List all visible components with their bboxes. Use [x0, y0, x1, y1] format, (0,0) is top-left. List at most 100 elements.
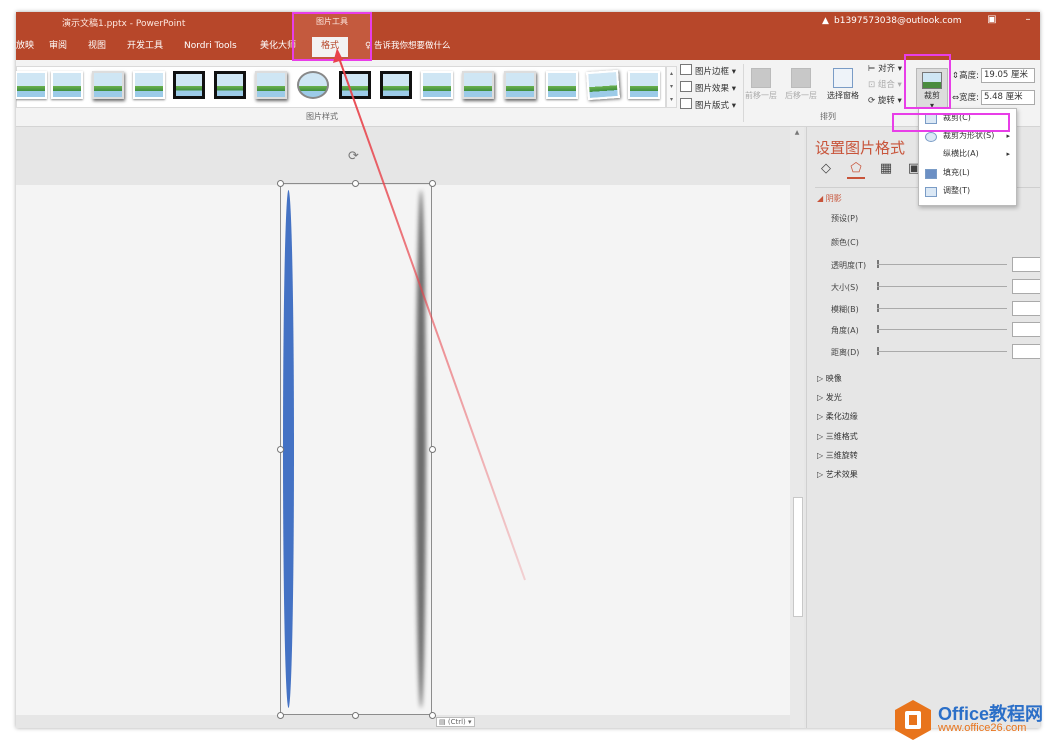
size-input[interactable]: [1012, 279, 1040, 294]
send-backward-button[interactable]: 后移一层: [784, 66, 818, 101]
send-backward-label: 后移一层: [785, 91, 817, 100]
transparency-input[interactable]: [1012, 257, 1040, 272]
section-shadow-label: 阴影: [825, 194, 842, 203]
row-distance: 距离(D): [831, 348, 860, 357]
picture-style-6[interactable]: [214, 71, 246, 99]
resize-handle-left[interactable]: [277, 446, 284, 453]
menu-item-fit-label: 调整(T): [943, 186, 971, 195]
tab-beautify-master[interactable]: 美化大师: [260, 37, 296, 57]
picture-style-12[interactable]: [462, 71, 494, 99]
picture-style-9[interactable]: [339, 71, 371, 99]
section-glow-label: 发光: [825, 393, 842, 402]
expand-right-icon: ▷: [817, 451, 826, 460]
menu-item-fit[interactable]: 调整(T): [919, 182, 1016, 200]
picture-layout-button[interactable]: 图片版式 ▾: [680, 98, 736, 113]
blur-input[interactable]: [1012, 301, 1040, 316]
pane-title: 设置图片格式: [815, 139, 906, 157]
tab-slideshow[interactable]: 放映: [16, 37, 34, 57]
selection-frame: [280, 183, 432, 715]
size-properties-icon[interactable]: ▦: [877, 161, 895, 177]
section-artistic-effects[interactable]: ▷ 艺术效果: [817, 469, 858, 480]
gallery-scroll[interactable]: ▴ ▾ ▾: [666, 66, 677, 108]
ribbon-display-icon[interactable]: ▣: [984, 14, 1000, 26]
tab-developer[interactable]: 开发工具: [127, 37, 163, 57]
height-label: 高度:: [959, 71, 979, 81]
bring-forward-icon: [751, 68, 771, 88]
picture-style-5[interactable]: [173, 71, 205, 99]
bring-forward-button[interactable]: 前移一层: [744, 66, 778, 101]
paste-options-label: (Ctrl) ▾: [447, 718, 472, 726]
menu-item-fill[interactable]: 填充(L): [919, 164, 1016, 182]
tell-me-box[interactable]: ♀ 告诉我你想要做什么: [365, 37, 450, 57]
group-arrange-label: 排列: [820, 112, 836, 121]
size-slider[interactable]: [877, 286, 1007, 287]
picture-style-4[interactable]: [133, 71, 165, 99]
width-input[interactable]: 5.48 厘米: [981, 90, 1035, 105]
angle-slider[interactable]: [877, 329, 1007, 330]
height-input[interactable]: 19.05 厘米: [981, 68, 1035, 83]
submenu-arrow-icon: ▸: [1006, 150, 1010, 158]
resize-handle-top[interactable]: [352, 180, 359, 187]
scrollbar-thumb[interactable]: [793, 497, 803, 617]
align-button[interactable]: ⊨ 对齐 ▾: [868, 62, 902, 74]
title-bar: 演示文稿1.pptx - PowerPoint 图片工具 ▲ b13975730…: [16, 12, 1040, 60]
section-reflection[interactable]: ▷ 映像: [817, 373, 842, 384]
resize-handle-bottom-left[interactable]: [277, 712, 284, 719]
align-label: 对齐 ▾: [878, 64, 903, 74]
rotate-label: 旋转 ▾: [877, 96, 902, 106]
tab-view[interactable]: 视图: [88, 37, 106, 57]
picture-style-11[interactable]: [421, 71, 453, 99]
resize-handle-top-right[interactable]: [429, 180, 436, 187]
minimize-button[interactable]: –: [1020, 14, 1036, 26]
picture-effects-button[interactable]: 图片效果 ▾: [680, 81, 736, 96]
row-transparency: 透明度(T): [831, 261, 867, 270]
section-3d-rotation[interactable]: ▷ 三维旋转: [817, 450, 858, 461]
picture-style-14[interactable]: [546, 71, 578, 99]
section-soft-edges[interactable]: ▷ 柔化边缘: [817, 411, 858, 422]
section-glow[interactable]: ▷ 发光: [817, 392, 842, 403]
angle-input[interactable]: [1012, 322, 1040, 337]
picture-border-button[interactable]: 图片边框 ▾: [680, 64, 736, 79]
expand-right-icon: ▷: [817, 412, 826, 421]
transparency-slider[interactable]: [877, 264, 1007, 265]
rotate-handle-icon[interactable]: ⟳: [348, 149, 359, 164]
menu-item-aspect-ratio[interactable]: 纵横比(A) ▸: [919, 145, 1016, 163]
picture-style-1[interactable]: [16, 71, 47, 99]
vertical-scrollbar[interactable]: ▲: [790, 127, 804, 728]
group-label: 组合 ▾: [877, 80, 902, 90]
section-artistic-effects-label: 艺术效果: [825, 470, 858, 479]
selection-pane-button[interactable]: 选择窗格: [826, 66, 860, 101]
resize-handle-right[interactable]: [429, 446, 436, 453]
section-3d-format[interactable]: ▷ 三维格式: [817, 431, 858, 442]
selection-pane-icon: [833, 68, 853, 88]
picture-style-10[interactable]: [380, 71, 412, 99]
section-shadow[interactable]: ◢ 阴影: [817, 193, 842, 204]
picture-style-13[interactable]: [504, 71, 536, 99]
blur-slider[interactable]: [877, 308, 1007, 309]
tab-nordri-tools[interactable]: Nordri Tools: [184, 37, 237, 57]
account-name[interactable]: b1397573038@outlook.com: [834, 16, 962, 26]
picture-style-15[interactable]: [586, 69, 620, 101]
picture-style-7[interactable]: [255, 71, 287, 99]
menu-item-fill-label: 填充(L): [943, 168, 970, 177]
tab-review[interactable]: 审阅: [49, 37, 67, 57]
distance-slider[interactable]: [877, 351, 1007, 352]
expand-right-icon: ▷: [817, 374, 826, 383]
resize-handle-top-left[interactable]: [277, 180, 284, 187]
scroll-up-icon[interactable]: ▲: [793, 129, 801, 137]
distance-input[interactable]: [1012, 344, 1040, 359]
row-preset: 预设(P): [831, 214, 859, 223]
paste-options-button[interactable]: ▤ (Ctrl) ▾: [436, 717, 475, 727]
effects-icon[interactable]: ⬠: [847, 161, 865, 179]
resize-handle-bottom[interactable]: [352, 712, 359, 719]
fill-line-icon[interactable]: ◇: [817, 161, 835, 177]
picture-style-2[interactable]: [51, 71, 83, 99]
picture-style-16[interactable]: [628, 71, 660, 99]
resize-handle-bottom-right[interactable]: [429, 712, 436, 719]
picture-style-8[interactable]: [297, 71, 329, 99]
group-button[interactable]: ⊡ 组合 ▾: [868, 78, 902, 90]
menu-item-aspect-ratio-label: 纵横比(A): [943, 149, 979, 158]
rotate-button[interactable]: ⟳ 旋转 ▾: [868, 94, 902, 106]
office-logo-icon: [895, 700, 931, 740]
picture-style-3[interactable]: [92, 71, 124, 99]
